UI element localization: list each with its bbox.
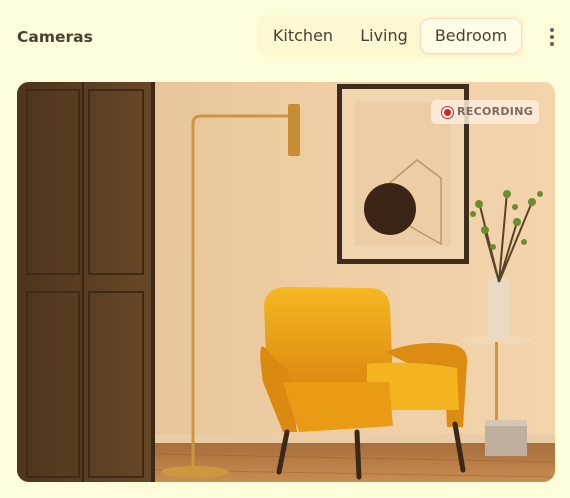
- room-tabs: Kitchen Living Bedroom: [257, 15, 525, 57]
- tab-kitchen[interactable]: Kitchen: [267, 19, 339, 53]
- card-title: Cameras: [17, 28, 93, 46]
- bedroom-scene-image: [17, 82, 555, 482]
- tab-bedroom[interactable]: Bedroom: [421, 19, 521, 53]
- recording-label: RECORDING: [457, 105, 534, 118]
- more-vertical-icon[interactable]: [544, 27, 560, 47]
- cameras-card: Cameras Kitchen Living Bedroom RECORDING: [0, 0, 570, 498]
- recording-badge: RECORDING: [431, 100, 539, 124]
- tab-living[interactable]: Living: [349, 19, 419, 53]
- camera-feed[interactable]: [17, 82, 555, 482]
- record-dot-icon: [442, 107, 453, 118]
